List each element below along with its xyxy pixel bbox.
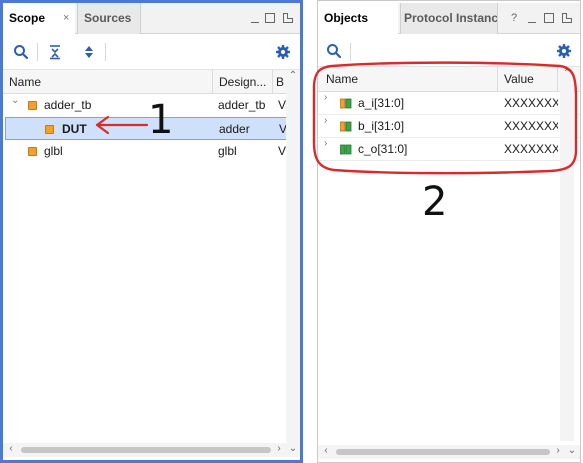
scroll-left-icon[interactable]: ‹ [320, 445, 332, 456]
tab-sources-label: Sources [84, 11, 132, 25]
search-icon[interactable] [326, 43, 342, 59]
minimize-icon[interactable] [249, 12, 261, 24]
tab-protocol-instances[interactable]: Protocol Instanc [400, 3, 498, 34]
tab-objects-label: Objects [324, 11, 369, 25]
tab-objects[interactable]: Objects [318, 3, 398, 35]
scroll-right-icon[interactable]: › [552, 445, 564, 456]
row-design: adder [219, 122, 250, 136]
horizontal-scrollbar[interactable]: ‹ › ⌄ [318, 445, 580, 459]
float-window-icon[interactable] [562, 13, 572, 23]
scope-column-headers: Name Design... B [3, 70, 300, 94]
minimize-icon[interactable] [526, 12, 538, 24]
gear-icon[interactable] [556, 43, 572, 59]
scroll-down-icon[interactable]: ⌄ [566, 445, 578, 456]
tab-sources[interactable]: Sources [77, 3, 141, 34]
annotation-label-2: 2 [422, 179, 448, 225]
row-design: glbl [218, 144, 237, 158]
horizontal-scrollbar[interactable]: ‹ › ⌄ [3, 443, 300, 457]
collapse-all-icon[interactable] [47, 44, 63, 60]
help-icon[interactable]: ? [508, 12, 520, 24]
tab-scope-label: Scope [9, 11, 46, 25]
scrollbar-thumb[interactable] [336, 449, 550, 455]
scope-icon [45, 118, 54, 141]
scrollbar-thumb[interactable] [21, 447, 271, 453]
annotation-outline [312, 61, 578, 175]
scroll-left-icon[interactable]: ‹ [5, 443, 17, 454]
scope-icon [28, 94, 37, 117]
tab-scope[interactable]: Scope × [3, 3, 75, 35]
gear-icon[interactable] [275, 44, 291, 60]
vertical-scrollbar[interactable]: ⌃ [286, 70, 300, 443]
scope-toolbar [3, 34, 300, 70]
scroll-right-icon[interactable]: › [273, 443, 285, 454]
toolbar-divider [37, 43, 38, 61]
scroll-down-icon[interactable]: ⌄ [287, 443, 299, 454]
scope-icon [28, 140, 37, 163]
expand-all-icon[interactable] [81, 44, 97, 60]
float-window-icon[interactable] [283, 13, 293, 23]
maximize-icon[interactable] [265, 13, 275, 23]
toolbar-divider [105, 43, 106, 61]
annotation-label-1: 1 [148, 97, 174, 143]
maximize-icon[interactable] [544, 13, 554, 23]
scope-panel: Scope × Sources Name Design... B ⌄ adder… [0, 0, 303, 463]
row-design: adder_tb [218, 98, 266, 112]
close-icon[interactable]: × [63, 3, 69, 34]
scroll-up-icon[interactable]: ⌃ [287, 70, 299, 81]
chevron-down-icon[interactable]: ⌄ [11, 95, 19, 106]
search-icon[interactable] [13, 44, 29, 60]
tab-protocol-label: Protocol Instanc [404, 11, 498, 25]
column-name[interactable]: Name [3, 70, 213, 94]
column-block-type[interactable]: B [273, 70, 287, 94]
scope-tabbar: Scope × Sources [3, 3, 300, 35]
objects-tabbar: Objects Protocol Instanc ? [318, 3, 580, 35]
column-design-unit[interactable]: Design... [213, 70, 273, 94]
